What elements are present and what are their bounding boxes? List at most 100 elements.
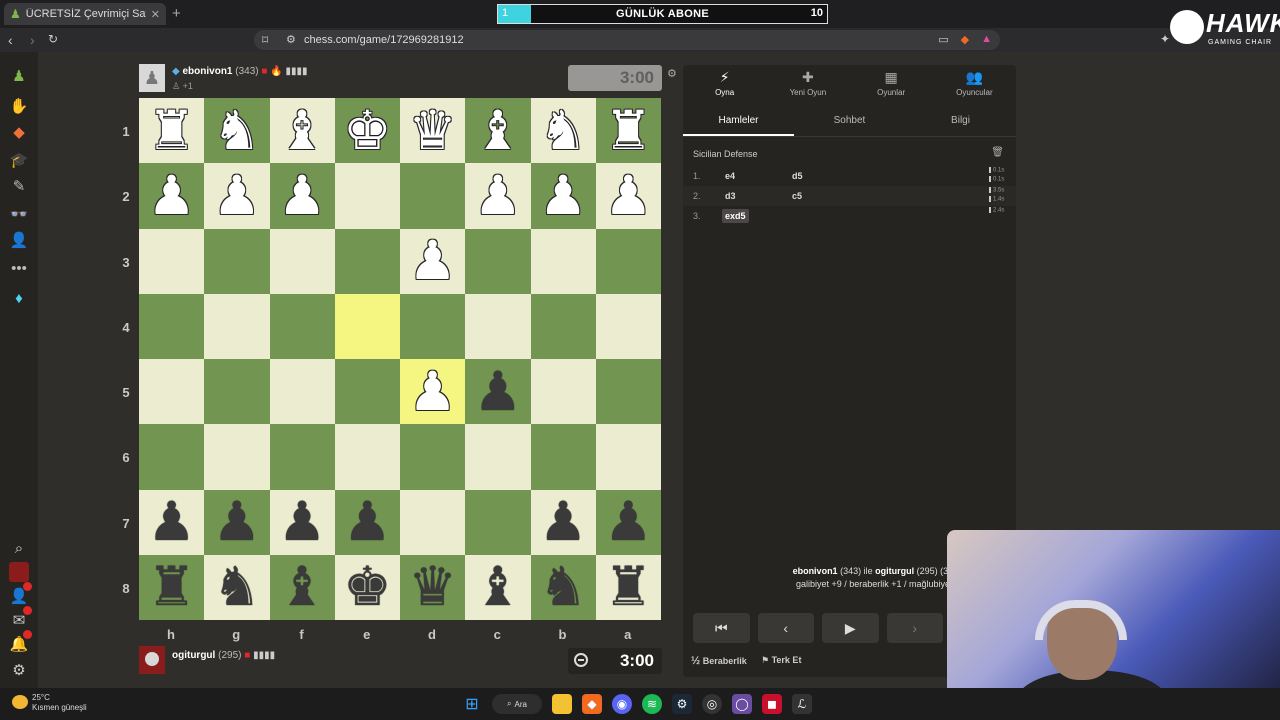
board-square[interactable]: ♟	[595, 489, 661, 555]
board-square[interactable]	[139, 359, 205, 425]
forward-icon[interactable]: ›	[30, 32, 35, 48]
nav-tab-2[interactable]: ▦ Oyunlar	[850, 65, 933, 101]
close-tab-icon[interactable]: ✕	[151, 8, 160, 21]
chess-piece[interactable]: ♛	[408, 560, 456, 614]
top-player-avatar[interactable]: ♟	[139, 64, 165, 92]
board-square[interactable]	[465, 228, 531, 294]
board-square[interactable]: ♟	[530, 489, 596, 555]
board-square[interactable]	[530, 293, 596, 359]
bookmark-icon[interactable]: ⌑	[262, 33, 268, 47]
reload-icon[interactable]: ↻	[48, 32, 58, 46]
chess-piece[interactable]: ♟	[213, 168, 261, 223]
board-square[interactable]	[269, 228, 335, 294]
board-square[interactable]	[400, 424, 466, 490]
news-icon[interactable]: 👓	[9, 204, 29, 224]
chess-piece[interactable]: ♟	[604, 168, 652, 223]
board-square[interactable]	[139, 228, 205, 294]
windows-start-icon[interactable]: ⊞	[462, 694, 482, 714]
discord-icon[interactable]: ◉	[612, 694, 632, 714]
board-square[interactable]	[400, 163, 466, 229]
nav-tab-0[interactable]: ⚡ Oyna	[683, 65, 766, 101]
top-player-name[interactable]: ebonivon1	[182, 66, 232, 77]
board-square[interactable]: ♛	[400, 554, 466, 620]
chess-piece[interactable]: ♟	[147, 495, 195, 549]
messages-icon[interactable]: ✉	[9, 606, 32, 630]
board-square[interactable]	[595, 228, 661, 294]
settings-gear-icon[interactable]: ⚙	[9, 660, 29, 680]
chess-piece[interactable]: ♜	[147, 560, 195, 614]
chess-piece[interactable]: ♟	[408, 364, 456, 419]
board-square[interactable]: ♟	[400, 359, 466, 425]
chess-board[interactable]: ♜ ♞ ♝ ♚ ♛ ♝ ♞ ♜ ♟ ♟ ♟ ♟ ♟ ♟ ♟ ♟ ♟ ♟ ♟ ♟ ♟ ♟ ♟ ♜ ♞ ♝ ♚ ♛ ♝ ♞ ♜	[139, 98, 661, 620]
chess-piece[interactable]: ♛	[408, 103, 456, 158]
board-square[interactable]: ♞	[204, 98, 270, 164]
board-square[interactable]: ♜	[139, 554, 205, 620]
board-square[interactable]	[204, 359, 270, 425]
learn-icon[interactable]: 🎓	[9, 150, 29, 170]
board-square[interactable]	[139, 424, 205, 490]
chess-piece[interactable]: ♟	[604, 495, 652, 549]
board-square[interactable]	[530, 228, 596, 294]
site-settings-icon[interactable]: ⚙	[286, 33, 296, 46]
board-square[interactable]: ♛	[400, 98, 466, 164]
friends-icon[interactable]: 👤	[9, 582, 32, 606]
watch-icon[interactable]: ✎	[9, 176, 29, 196]
chess-piece[interactable]: ♝	[278, 103, 326, 158]
chess-piece[interactable]: ♝	[474, 103, 522, 158]
previous-move-icon[interactable]: ‹	[757, 613, 814, 643]
chess-piece[interactable]: ♟	[213, 495, 261, 549]
board-square[interactable]: ♞	[530, 554, 596, 620]
white-move[interactable]: e4	[725, 171, 735, 181]
top-player-name-line[interactable]: ◆ ebonivon1 (343) ■ 🔥 ▮▮▮▮	[172, 66, 308, 77]
board-square[interactable]	[465, 424, 531, 490]
back-icon[interactable]: ‹	[8, 32, 13, 48]
weather-widget[interactable]: 25°C Kısmen güneşli	[12, 693, 87, 713]
league-icon[interactable]: ℒ	[792, 694, 812, 714]
sub-tab-0[interactable]: Hamleler	[683, 107, 794, 136]
board-square[interactable]: ♜	[595, 554, 661, 620]
trash-icon[interactable]: 🗑	[991, 147, 1004, 158]
chess-piece[interactable]: ♟	[408, 234, 456, 288]
chess-piece[interactable]: ♝	[278, 560, 326, 614]
board-square[interactable]: ♝	[269, 554, 335, 620]
board-square[interactable]: ♟	[465, 163, 531, 229]
board-square[interactable]: ♟	[269, 163, 335, 229]
bottom-player-name-line[interactable]: ogiturgul (295) ■ ▮▮▮▮	[172, 650, 275, 661]
search-icon[interactable]: ⌕	[9, 538, 29, 558]
board-square[interactable]	[400, 293, 466, 359]
chess-piece[interactable]: ♚	[343, 560, 391, 614]
sub-tab-2[interactable]: Bilgi	[905, 107, 1016, 136]
board-square[interactable]	[595, 293, 661, 359]
board-square[interactable]	[269, 424, 335, 490]
brave-shield-icon[interactable]: ◆	[961, 33, 969, 46]
chess-piece[interactable]: ♞	[213, 560, 261, 614]
nav-tab-3[interactable]: 👥 Oyuncular	[933, 65, 1016, 101]
board-square[interactable]: ♟	[334, 489, 400, 555]
play-icon[interactable]: ✋	[9, 96, 29, 116]
play-forward-icon[interactable]: ▶	[822, 613, 879, 643]
board-square[interactable]	[595, 359, 661, 425]
next-move-icon[interactable]: ›	[886, 613, 943, 643]
chess-piece[interactable]: ♞	[213, 103, 261, 158]
chess-piece[interactable]: ♟	[539, 495, 587, 549]
browser-tab[interactable]: ♟ ÜCRETSİZ Çevrimiçi Satranç (Ş... ✕	[4, 3, 166, 25]
offer-draw-button[interactable]: ½ Beraberlik	[691, 655, 747, 667]
steam-icon[interactable]: ⚙	[672, 694, 692, 714]
more-icon[interactable]: •••	[9, 258, 29, 278]
board-square[interactable]: ♜	[595, 98, 661, 164]
board-square[interactable]	[465, 489, 531, 555]
new-tab-button[interactable]: +	[172, 5, 181, 22]
chess-piece[interactable]: ♟	[278, 168, 326, 223]
bottom-player-avatar[interactable]	[139, 646, 165, 674]
board-square[interactable]	[595, 424, 661, 490]
puzzles-icon[interactable]: ◆	[9, 122, 29, 142]
board-square[interactable]: ♚	[334, 98, 400, 164]
board-square[interactable]: ♝	[269, 98, 335, 164]
board-square[interactable]: ♟	[139, 489, 205, 555]
board-square[interactable]	[334, 293, 400, 359]
chess-piece[interactable]: ♜	[604, 103, 652, 158]
board-square[interactable]: ♟	[269, 489, 335, 555]
board-square[interactable]	[530, 424, 596, 490]
file-explorer-icon[interactable]	[552, 694, 572, 714]
board-square[interactable]	[269, 293, 335, 359]
